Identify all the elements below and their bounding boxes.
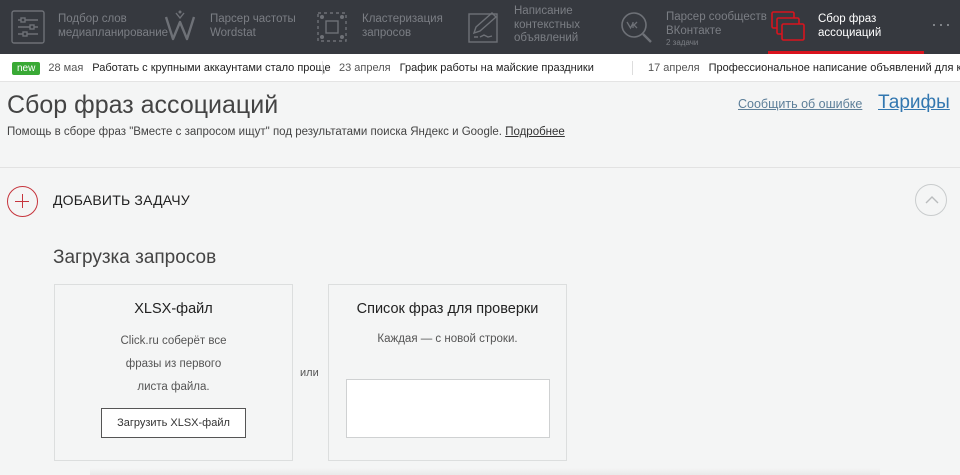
news-date: 17 апреля — [648, 62, 700, 74]
page-title: Сбор фраз ассоциаций — [7, 91, 279, 119]
chevron-up-icon — [925, 196, 939, 204]
news-item[interactable]: 17 апреля Профессиональное написание объя… — [648, 62, 960, 74]
divider — [322, 61, 323, 75]
news-text: График работы на майские праздники — [399, 62, 594, 74]
phrase-list-card: Список фраз для проверки Каждая — с ново… — [328, 284, 567, 461]
collapse-button[interactable] — [915, 184, 947, 216]
card-description: Click.ru соберёт все фразы из первого ли… — [120, 335, 227, 393]
more-info-link[interactable]: Подробнее — [505, 126, 565, 138]
nav-item-label: Кластеризация запросов — [362, 13, 443, 39]
or-label: или — [300, 367, 319, 379]
xlsx-upload-card: XLSX-файл Click.ru соберёт все фразы из … — [54, 284, 293, 461]
cluster-icon — [317, 12, 347, 42]
phrases-textarea[interactable] — [346, 379, 550, 438]
news-item[interactable]: 23 апреля График работы на майские праздн… — [339, 62, 594, 74]
nav-item-label: Написание контекстных объявлений — [514, 5, 580, 44]
new-badge: new — [12, 62, 41, 75]
report-error-link[interactable]: Сообщить об ошибке — [738, 97, 862, 111]
card-description: Каждая — с новой строки. — [377, 333, 518, 345]
card-title: XLSX-файл — [134, 301, 213, 317]
upload-xlsx-button[interactable]: Загрузить XLSX-файл — [101, 408, 246, 438]
nav-item-label: Подбор слов медиапланирование — [58, 13, 169, 39]
divider — [632, 61, 633, 75]
pen-document-icon — [468, 12, 498, 43]
add-task-plus-icon[interactable] — [7, 186, 38, 217]
nav-item-label: Парсер сообществ ВКонтакте 2 задачи — [666, 11, 767, 47]
stacked-cards-icon — [771, 11, 805, 41]
news-text: Работать с крупными аккаунтами стало про… — [92, 62, 331, 74]
top-navigation: Подбор слов медиапланирование Парсер час… — [0, 0, 960, 54]
news-text: Профессиональное написание объявлений дл… — [708, 62, 960, 74]
header-divider — [0, 167, 960, 168]
news-item[interactable]: new 28 мая Работать с крупными аккаунтами … — [12, 62, 331, 75]
page-description: Помощь в сборе фраз "Вместе с запросом и… — [7, 126, 502, 138]
nav-item-label: Парсер частоты Wordstat — [210, 13, 296, 39]
section-title: Загрузка запросов — [53, 247, 217, 268]
news-ticker: new 28 мая Работать с крупными аккаунтами … — [0, 54, 960, 82]
panel-bottom-edge — [90, 468, 880, 475]
nav-item-task-count: 2 задачи — [666, 38, 699, 47]
more-menu-icon[interactable]: ··· — [931, 14, 952, 35]
page-subtitle: Помощь в сборе фраз "Вместе с запросом и… — [7, 126, 565, 138]
sliders-icon — [11, 10, 45, 44]
card-title: Список фраз для проверки — [356, 301, 539, 317]
vk-search-icon — [621, 12, 652, 43]
tariffs-link[interactable]: Тарифы — [878, 92, 950, 114]
news-date: 28 мая — [48, 62, 84, 74]
nav-item-label: Сбор фраз ассоциаций — [818, 13, 882, 39]
wordstat-w-icon — [164, 10, 196, 41]
add-task-label[interactable]: ДОБАВИТЬ ЗАДАЧУ — [53, 192, 190, 208]
news-date: 23 апреля — [339, 62, 391, 74]
